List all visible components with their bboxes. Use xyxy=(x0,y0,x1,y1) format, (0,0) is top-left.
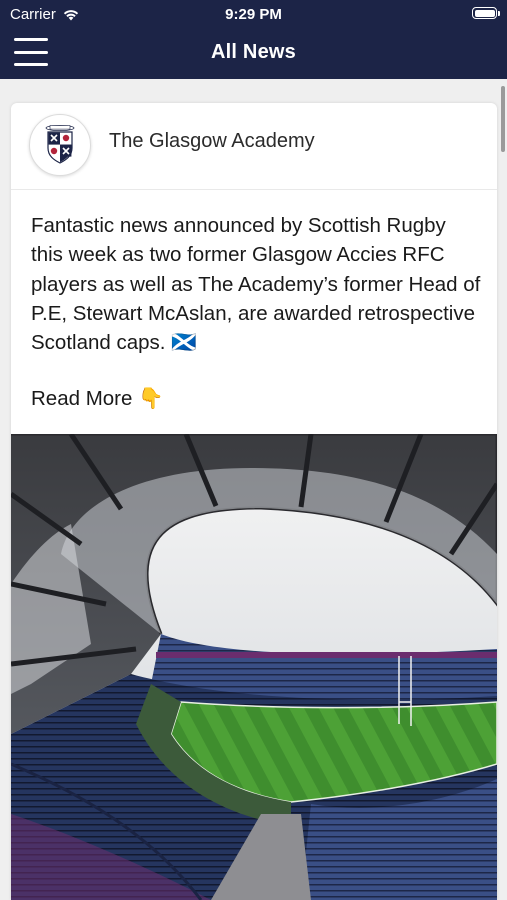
post-source-name: The Glasgow Academy xyxy=(109,130,315,152)
status-bar: Carrier 9:29 PM xyxy=(0,0,507,28)
post-text: Fantastic news announced by Scottish Rug… xyxy=(31,214,481,355)
school-crest-avatar xyxy=(29,114,91,176)
battery-icon xyxy=(472,7,500,19)
nav-bar: All News xyxy=(0,28,507,79)
scroll-indicator[interactable] xyxy=(501,86,505,152)
clock: 9:29 PM xyxy=(225,6,282,23)
crest-icon xyxy=(45,124,75,164)
read-more-link[interactable]: Read More 👇 xyxy=(31,387,164,411)
page-title: All News xyxy=(211,41,296,63)
rugby-stadium-photo[interactable] xyxy=(11,434,497,900)
card-header: The Glasgow Academy xyxy=(11,103,497,190)
news-card[interactable]: The Glasgow Academy Fantastic news annou… xyxy=(11,103,497,900)
top-bar: Carrier 9:29 PM All News xyxy=(0,0,507,79)
